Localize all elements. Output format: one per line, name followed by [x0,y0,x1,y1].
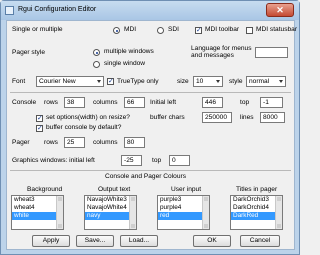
apply-button[interactable]: Apply [32,235,70,247]
console-label: Console [12,99,37,106]
pager-label: Pager [12,139,30,146]
language-label: Language for menus and messages [191,45,252,59]
divider [10,170,291,171]
output-text-colour-list[interactable]: NavajoWhite3 NavajoWhite4 navy [84,195,137,230]
lines-label: lines [240,114,254,121]
console-top-input[interactable]: -1 [260,97,283,108]
graphics-top-input[interactable]: 0 [169,155,190,166]
scrollbar[interactable] [275,196,282,229]
buffer-chars-label: buffer chars [150,114,185,121]
sdi-radio[interactable] [157,27,164,34]
mdi-toolbar-checkbox[interactable]: ✓ [195,27,202,34]
titles-pager-list-header: Titles in pager [236,186,278,193]
pager-columns-label: columns [93,139,118,146]
multiple-windows-radio[interactable] [93,49,100,56]
style-label: style [229,78,243,85]
save-button[interactable]: Save... [76,235,114,247]
config-window: Rgui Configuration Editor ✕ Single or mu… [0,0,300,255]
scrollbar[interactable] [202,196,209,229]
buffer-default-label: buffer console by default? [46,124,122,131]
buffer-chars-input[interactable]: 250000 [202,112,232,123]
sdi-mdi-label: Single or multiple [12,26,63,33]
console-rows-label: rows [44,99,58,106]
lines-input[interactable]: 8000 [260,112,285,123]
dialog-body: Single or multiple MDI SDI ✓ MDI toolbar… [6,20,298,250]
close-button[interactable]: ✕ [266,3,294,17]
mdi-radio[interactable] [113,27,120,34]
chevron-down-icon [97,80,101,83]
initial-left-label: Initial left [150,99,177,106]
style-select[interactable]: normal [246,76,286,87]
console-columns-input[interactable]: 66 [124,97,145,108]
pager-columns-input[interactable]: 80 [124,137,145,148]
output-text-list-header: Output text [98,186,131,193]
truetype-only-checkbox[interactable]: ✓ [107,78,114,85]
set-options-label: set options(width) on resize? [46,114,130,121]
scrollbar[interactable] [129,196,136,229]
size-select[interactable]: 10 [193,76,223,87]
console-columns-label: columns [93,99,118,106]
buffer-default-checkbox[interactable]: ✓ [36,125,43,132]
truetype-only-label: TrueType only [117,78,159,85]
load-button[interactable]: Load... [120,235,158,247]
multiple-windows-label: multiple windows [104,48,154,55]
console-top-label: top [240,99,250,106]
ok-button[interactable]: OK [193,235,231,247]
divider [10,92,291,93]
user-input-colour-list[interactable]: purple3 purple4 red [157,195,210,230]
single-window-radio[interactable] [93,61,100,68]
language-label-line1: Language for menus [191,45,252,52]
language-label-line2: and messages [191,52,234,59]
chevron-down-icon [279,80,283,83]
size-select-value: 10 [196,78,204,85]
font-select[interactable]: Courier New [36,76,104,87]
mdi-statusbar-label: MDI statusbar [256,26,298,33]
title-bar[interactable]: Rgui Configuration Editor ✕ [1,1,299,20]
font-select-value: Courier New [39,78,76,85]
language-input[interactable] [255,47,288,58]
pager-rows-label: rows [44,139,58,146]
chevron-down-icon [216,80,220,83]
console-rows-input[interactable]: 38 [64,97,85,108]
window-title: Rgui Configuration Editor [18,6,97,13]
initial-left-input[interactable]: 446 [202,97,223,108]
size-label: size [177,78,189,85]
pager-rows-input[interactable]: 25 [64,137,85,148]
pager-style-label: Pager style [12,49,45,56]
graphics-top-label: top [152,157,162,164]
scrollbar[interactable] [56,196,63,229]
colours-section-title: Console and Pager Colours [105,173,187,180]
font-label: Font [12,78,26,85]
titles-pager-colour-list[interactable]: DarkOrchid3 DarkOrchid4 DarkRed [230,195,283,230]
app-icon [5,6,14,15]
user-input-list-header: User input [171,186,202,193]
cancel-button[interactable]: Cancel [240,235,280,247]
mdi-label: MDI [124,26,137,33]
background-list-header: Background [27,186,63,193]
background-colour-list[interactable]: wheat3 wheat4 white [11,195,64,230]
graphics-left-input[interactable]: -25 [121,155,142,166]
sdi-label: SDI [168,26,179,33]
mdi-statusbar-checkbox[interactable] [246,27,253,34]
mdi-toolbar-label: MDI toolbar [205,26,240,33]
single-window-label: single window [104,60,146,67]
set-options-checkbox[interactable]: ✓ [36,115,43,122]
graphics-label: Graphics windows: initial left [12,157,95,164]
style-select-value: normal [249,78,270,85]
